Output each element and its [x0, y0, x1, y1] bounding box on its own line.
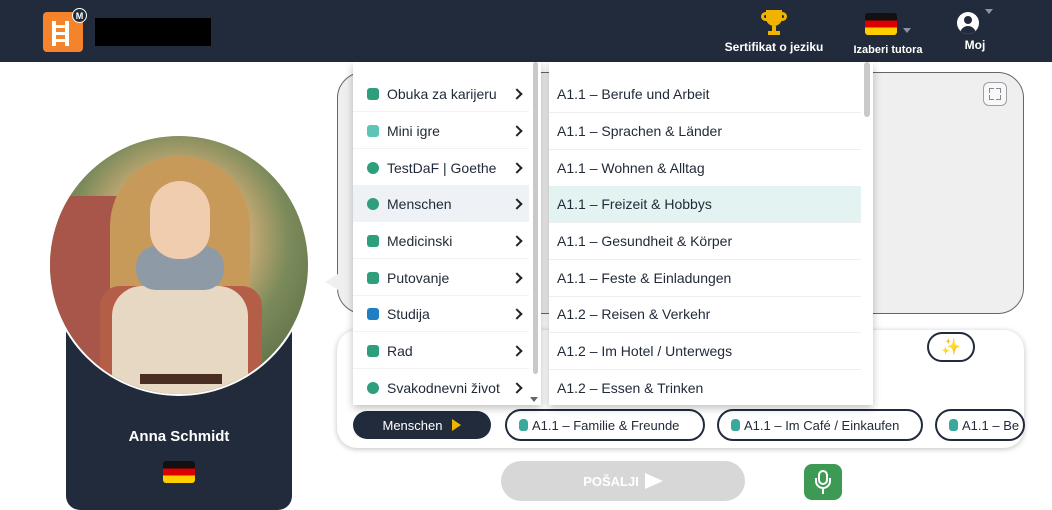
- daily-life-icon: [367, 381, 379, 394]
- menu-item-study[interactable]: Studija: [353, 296, 529, 332]
- people-icon: [367, 197, 379, 210]
- topic-pill-label: A1.1 – Im Café / Einkaufen: [744, 417, 900, 433]
- chevron-right-icon: [511, 234, 523, 247]
- chevron-right-icon: [511, 344, 523, 357]
- chevron-down-icon: [903, 27, 911, 33]
- topic-pill-label: A1.1 – Be: [962, 417, 1020, 433]
- send-label: POŠALJI: [583, 473, 639, 489]
- app-logo[interactable]: M: [43, 8, 87, 52]
- certificate-label: Sertifikat o jeziku: [724, 40, 824, 54]
- submenu-item-highlighted[interactable]: A1.1 – Freizeit & Hobbys: [549, 186, 861, 223]
- menu-item-label: Studija: [387, 305, 430, 322]
- menu-item-label: Putovanje: [387, 269, 450, 286]
- ladder-icon: [52, 21, 69, 46]
- hand-pointer-icon: [731, 419, 740, 431]
- send-button[interactable]: POŠALJI: [501, 461, 745, 501]
- category-menu-scrollbar[interactable]: [533, 62, 538, 374]
- fullscreen-icon[interactable]: [983, 82, 1007, 106]
- topic-pill[interactable]: A1.1 – Be: [935, 409, 1025, 441]
- submenu-item[interactable]: A1.2 – Im Hotel / Unterwegs: [549, 333, 861, 370]
- category-pill-menschen[interactable]: Menschen: [353, 411, 491, 439]
- exam-icon: [367, 161, 379, 174]
- chevron-right-icon: [511, 161, 523, 174]
- magic-wand-button[interactable]: ✨: [927, 332, 975, 362]
- tutor-name: Anna Schmidt: [128, 428, 230, 445]
- redacted-app-name: [95, 18, 211, 46]
- topic-submenu-scrollbar[interactable]: [864, 62, 870, 117]
- submenu-item[interactable]: A1.2 – Essen & Trinken: [549, 370, 861, 405]
- menu-item-daily-life[interactable]: Svakodnevni život: [353, 370, 529, 405]
- chevron-right-icon: [511, 124, 523, 137]
- book-icon: [367, 307, 379, 320]
- topic-pill[interactable]: A1.1 – Im Café / Einkaufen: [717, 409, 923, 441]
- menu-item-label: Mini igre: [387, 122, 440, 139]
- menu-item-testdaf[interactable]: TestDaF | Goethe: [353, 150, 529, 186]
- menu-item-label: Medicinski: [387, 232, 453, 249]
- menu-item-label: Obuka za karijeru: [387, 85, 497, 102]
- choose-tutor-nav-item[interactable]: Izaberi tutora: [846, 13, 930, 56]
- top-navbar: M Sertifikat o jeziku Izaberi tutora Moj: [0, 0, 1052, 62]
- microphone-button[interactable]: [804, 464, 842, 500]
- chevron-right-icon: [511, 307, 523, 320]
- career-icon: [367, 87, 379, 100]
- topic-submenu: A1.1 – Berufe und Arbeit A1.1 – Sprachen…: [549, 62, 873, 405]
- tutor-avatar: [48, 134, 310, 396]
- menu-item-menschen[interactable]: Menschen: [353, 186, 529, 222]
- category-pill-label: Menschen: [382, 417, 443, 433]
- chevron-right-icon: [511, 197, 523, 210]
- magic-wand-icon: ✨: [941, 339, 961, 356]
- briefcase-icon: [367, 344, 379, 357]
- submenu-item[interactable]: A1.1 – Feste & Einladungen: [549, 260, 861, 297]
- menu-item-work[interactable]: Rad: [353, 333, 529, 369]
- chevron-right-icon: [511, 381, 523, 394]
- menu-item-travel[interactable]: Putovanje: [353, 260, 529, 296]
- category-menu: Obuka za karijeru Mini igre TestDaF | Go…: [353, 62, 541, 405]
- medical-icon: [367, 234, 379, 247]
- chevron-right-icon: [511, 87, 523, 100]
- german-flag-icon: [865, 13, 897, 35]
- menu-item-career[interactable]: Obuka za karijeru: [353, 76, 529, 112]
- games-icon: [367, 124, 379, 137]
- hand-pointer-icon: [949, 419, 958, 431]
- menu-item-label: Svakodnevni život: [387, 379, 500, 396]
- scroll-down-icon[interactable]: [530, 397, 538, 402]
- submenu-item[interactable]: A1.2 – Reisen & Verkehr: [549, 296, 861, 333]
- menu-item-medical[interactable]: Medicinski: [353, 223, 529, 259]
- submenu-item[interactable]: A1.1 – Berufe und Arbeit: [549, 76, 861, 113]
- submenu-item[interactable]: A1.1 – Sprachen & Länder: [549, 113, 861, 150]
- certificate-nav-item[interactable]: Sertifikat o jeziku: [720, 10, 828, 54]
- play-icon: [452, 419, 462, 431]
- menu-item-label: Rad: [387, 342, 413, 359]
- travel-icon: [367, 271, 379, 284]
- hand-pointer-icon: [519, 419, 528, 431]
- topic-pill-label: A1.1 – Familie & Freunde: [532, 417, 680, 433]
- chat-bubble-tail: [325, 274, 338, 290]
- menu-item-mini-games[interactable]: Mini igre: [353, 113, 529, 149]
- chevron-right-icon: [511, 271, 523, 284]
- user-circle-icon: [957, 12, 979, 34]
- menu-item-label: TestDaF | Goethe: [387, 159, 497, 176]
- choose-tutor-label: Izaberi tutora: [853, 44, 923, 56]
- logo-badge: M: [72, 8, 87, 23]
- topic-pill[interactable]: A1.1 – Familie & Freunde: [505, 409, 705, 441]
- chevron-down-icon: [985, 9, 993, 15]
- menu-item-label: Menschen: [387, 195, 452, 212]
- account-label: Moj: [964, 38, 986, 52]
- trophy-icon: [760, 10, 788, 36]
- send-arrow-icon: [644, 473, 663, 489]
- german-flag-icon: [163, 461, 195, 483]
- submenu-item[interactable]: A1.1 – Gesundheit & Körper: [549, 223, 861, 260]
- submenu-item[interactable]: A1.1 – Wohnen & Alltag: [549, 150, 861, 187]
- account-nav-item[interactable]: Moj: [950, 9, 1000, 52]
